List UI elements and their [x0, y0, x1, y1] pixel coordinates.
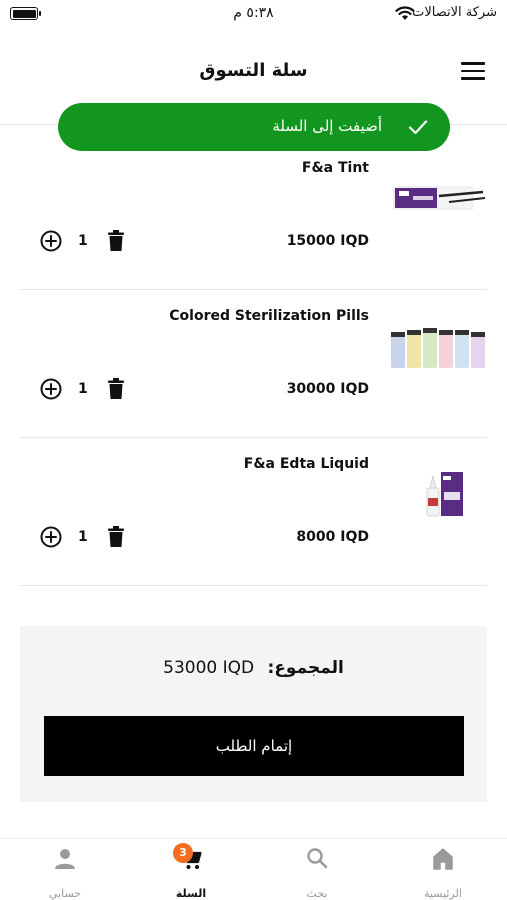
cart-item: F&a Tint 15000 IQD 1	[20, 142, 487, 290]
nav-home[interactable]: الرئيسية	[398, 847, 488, 900]
hamburger-menu-icon[interactable]	[461, 62, 485, 82]
nav-account-label: حسابي	[48, 887, 82, 900]
page-title: سلة التسوق	[199, 60, 308, 81]
status-bar: ٥:٣٨ م شركة الاتصالات	[0, 0, 507, 28]
cart-count-badge: 3	[173, 843, 193, 863]
home-icon	[433, 848, 453, 870]
user-icon	[55, 849, 75, 869]
total-label: المجموع:	[267, 658, 344, 678]
quantity-value: 1	[78, 233, 88, 249]
search-icon	[307, 848, 328, 869]
total-value: 53000 IQD	[163, 658, 255, 678]
nav-cart[interactable]: 3 السلة	[146, 843, 236, 900]
product-price: 30000 IQD	[286, 381, 369, 397]
product-image[interactable]	[389, 318, 487, 376]
checkout-button[interactable]: إتمام الطلب	[44, 716, 464, 776]
trash-icon[interactable]	[108, 378, 124, 399]
nav-account[interactable]: حسابي	[20, 847, 110, 900]
trash-icon[interactable]	[108, 230, 124, 251]
product-price: 15000 IQD	[286, 233, 369, 249]
product-name[interactable]: F&a Tint	[302, 160, 369, 176]
carrier-name: شركة الاتصالات	[412, 5, 497, 20]
cart-item: F&a Edta Liquid 8000 IQD 1	[20, 438, 487, 586]
plus-circle-icon[interactable]	[40, 526, 62, 548]
nav-search-label: بحث	[306, 887, 328, 900]
app-header: سلة التسوق	[0, 40, 507, 102]
quantity-value: 1	[78, 381, 88, 397]
quantity-value: 1	[78, 529, 88, 545]
product-name[interactable]: F&a Edta Liquid	[244, 456, 369, 472]
nav-search[interactable]: بحث	[272, 847, 362, 900]
cart-item: Colored Sterilization Pills 30000 IQD 1	[20, 290, 487, 438]
nav-home-label: الرئيسية	[424, 887, 462, 900]
check-icon	[408, 120, 428, 135]
toast-message: أضيفت إلى السلة	[272, 117, 382, 135]
product-price: 8000 IQD	[296, 529, 369, 545]
product-name[interactable]: Colored Sterilization Pills	[169, 308, 369, 324]
product-image[interactable]	[389, 466, 487, 524]
nav-cart-label: السلة	[175, 887, 207, 900]
plus-circle-icon[interactable]	[40, 230, 62, 252]
trash-icon[interactable]	[108, 526, 124, 547]
product-image[interactable]	[389, 170, 487, 228]
plus-circle-icon[interactable]	[40, 378, 62, 400]
order-summary: المجموع: 53000 IQD إتمام الطلب	[20, 626, 487, 802]
total-row: المجموع: 53000 IQD	[20, 658, 487, 678]
bottom-navigation: الرئيسية بحث 3 السلة حسابي	[0, 838, 507, 900]
